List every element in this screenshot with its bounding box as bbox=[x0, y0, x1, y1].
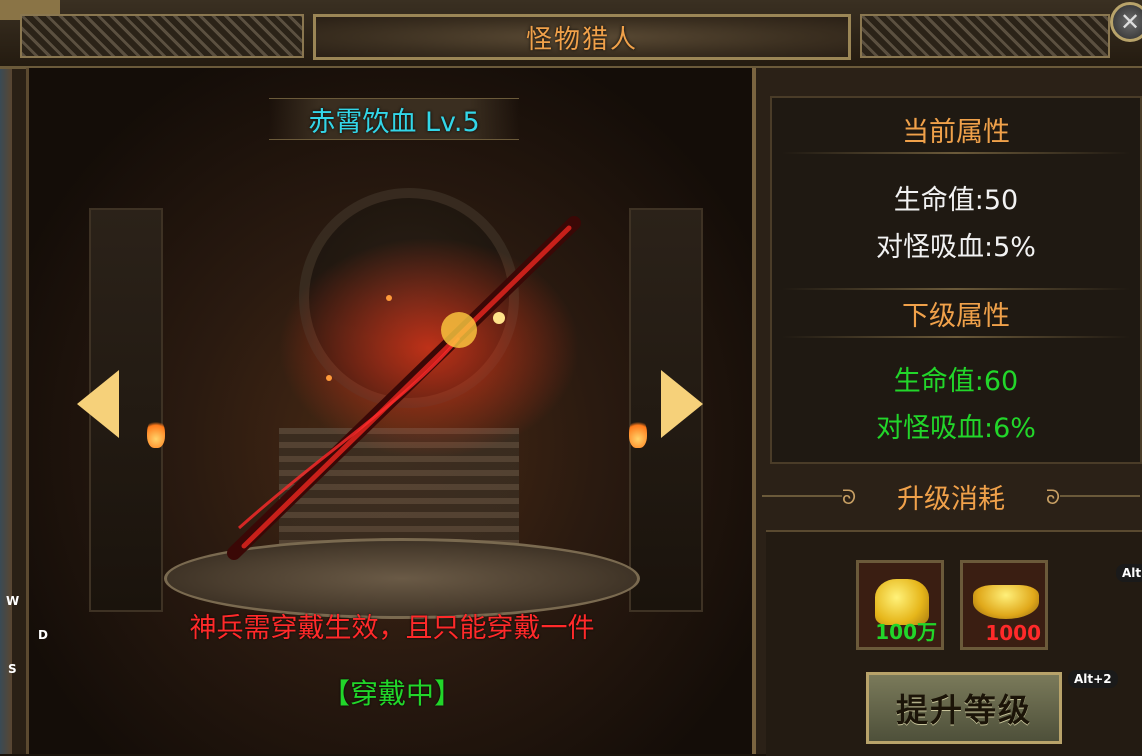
attribute-panel: 当前属性 生命值:50 对怪吸血:5% 下级属性 生命值:60 对怪吸血:6% … bbox=[752, 68, 1142, 756]
title-bar: 怪物猎人 ✕ bbox=[0, 0, 1142, 69]
prev-weapon-arrow-icon[interactable] bbox=[77, 370, 119, 438]
cost-ingot-amount: 1000 bbox=[985, 621, 1041, 645]
cost-header: ᘐ 升级消耗 ᘐ bbox=[756, 473, 1142, 519]
close-button[interactable]: ✕ bbox=[1110, 2, 1142, 42]
hotkey-hint-alt: Alt bbox=[1116, 564, 1142, 582]
hud-s: S bbox=[8, 662, 17, 676]
gold-ingot-icon bbox=[973, 585, 1039, 619]
cost-area: 100万 1000 提升等级 bbox=[766, 530, 1142, 756]
ornament-icon: ᘐ bbox=[1046, 485, 1061, 509]
equip-notice: 神兵需穿戴生效，且只能穿戴一件 bbox=[189, 613, 595, 644]
next-attribute-lifesteal: 对怪吸血:6% bbox=[876, 413, 1036, 444]
weapon-ember bbox=[326, 375, 332, 381]
weapon-ember bbox=[386, 295, 392, 301]
current-attribute-lifesteal: 对怪吸血:5% bbox=[876, 232, 1036, 263]
cost-gold-amount: 100万 bbox=[875, 620, 937, 644]
close-x-icon: ✕ bbox=[1119, 8, 1141, 36]
next-attribute-hp: 生命值:60 bbox=[893, 366, 1019, 397]
divider bbox=[1060, 495, 1140, 497]
monster-hunter-window: 怪物猎人 ✕ 赤霄饮血 Lv.5 神兵需穿戴生效，且只能穿戴一件 【穿戴中】 当… bbox=[0, 0, 1142, 756]
window-title: 怪物猎人 bbox=[525, 24, 638, 55]
weapon-ember bbox=[493, 312, 505, 324]
divider bbox=[782, 288, 1130, 290]
upgrade-level-label: 提升等级 bbox=[895, 691, 1032, 729]
weapon-spark bbox=[441, 312, 477, 348]
current-attributes-title: 当前属性 bbox=[902, 117, 1010, 148]
cost-slot-gold[interactable]: 100万 bbox=[856, 560, 944, 650]
weapon-sword-image bbox=[227, 216, 581, 560]
divider bbox=[782, 336, 1130, 338]
weapon-name-bar: 赤霄饮血 Lv.5 bbox=[269, 98, 519, 140]
next-weapon-arrow-icon[interactable] bbox=[661, 370, 703, 438]
divider bbox=[782, 152, 1130, 154]
hud-w: W bbox=[6, 594, 20, 608]
cost-slot-ingot[interactable]: 1000 bbox=[960, 560, 1048, 650]
weapon-stage: 赤霄饮血 Lv.5 神兵需穿戴生效，且只能穿戴一件 【穿戴中】 bbox=[26, 68, 755, 754]
right-lattice bbox=[860, 14, 1110, 58]
next-attributes-title: 下级属性 bbox=[902, 301, 1010, 332]
left-edge bbox=[0, 60, 12, 754]
hotkey-hint-alt2: Alt+2 bbox=[1068, 670, 1118, 688]
upgrade-level-button[interactable]: 提升等级 bbox=[866, 672, 1062, 744]
hud-d: D bbox=[38, 628, 48, 642]
equip-status: 【穿戴中】 bbox=[321, 677, 462, 710]
attribute-box: 当前属性 生命值:50 对怪吸血:5% 下级属性 生命值:60 对怪吸血:6% bbox=[770, 96, 1142, 464]
left-lattice bbox=[20, 14, 304, 58]
window-title-box: 怪物猎人 bbox=[313, 14, 851, 60]
current-attribute-hp: 生命值:50 bbox=[893, 185, 1019, 216]
weapon-name: 赤霄饮血 Lv.5 bbox=[308, 106, 480, 138]
